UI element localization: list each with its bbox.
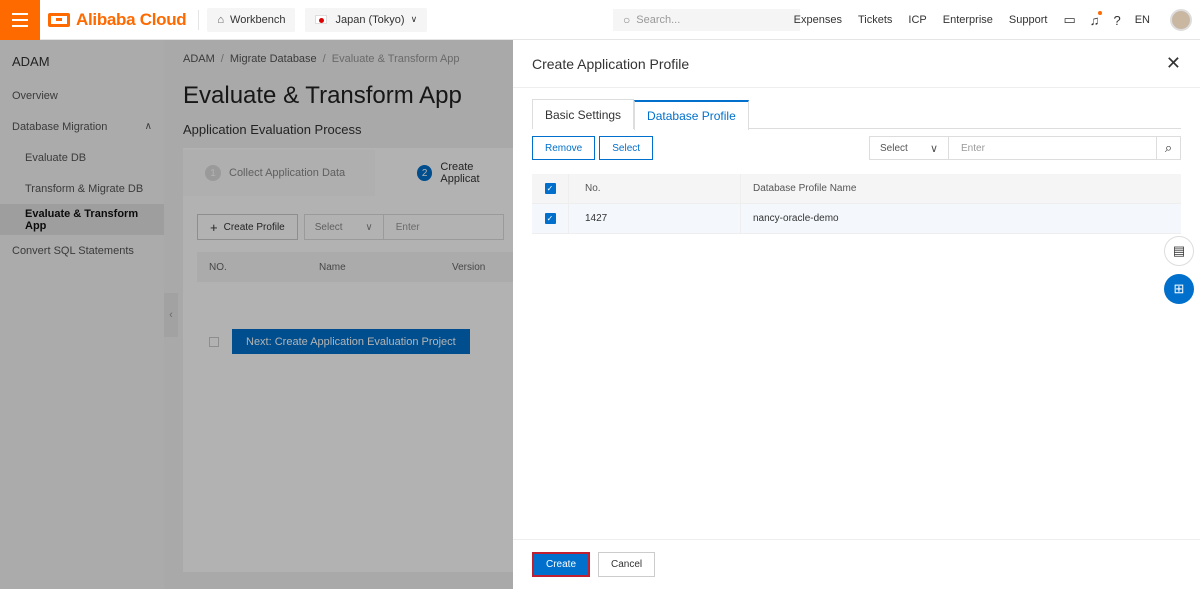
apps-grid-icon[interactable]: ⊞: [1164, 274, 1194, 304]
bell-icon[interactable]: ♫: [1090, 10, 1103, 28]
chevron-down-icon: ∨: [929, 142, 938, 155]
select-all-checkbox[interactable]: ✓: [544, 183, 556, 194]
remove-button[interactable]: Remove: [532, 136, 596, 160]
search-placeholder: Search...: [636, 14, 681, 26]
brand-logo[interactable]: Alibaba Cloud: [48, 9, 187, 30]
row-no: 1427: [585, 213, 608, 224]
drawer-title: Create Application Profile: [532, 55, 690, 72]
avatar[interactable]: [1170, 9, 1192, 31]
language-switch[interactable]: EN: [1135, 14, 1150, 26]
chevron-down-icon: ∨: [410, 14, 418, 24]
notification-dot: [1098, 10, 1103, 15]
drawer-header: Create Application Profile ✕: [513, 40, 1200, 88]
top-links: Expenses Tickets ICP Enterprise Support …: [794, 0, 1200, 40]
workbench-button[interactable]: ⌂ Workbench: [207, 7, 296, 32]
cancel-button[interactable]: Cancel: [598, 552, 656, 577]
column-header-name: Database Profile Name: [753, 183, 857, 194]
divider: [198, 9, 200, 30]
terminal-icon[interactable]: ▭: [1063, 12, 1075, 28]
filter-group: Select ∨ Enter ⌕: [869, 136, 1181, 160]
japan-flag-icon: [315, 15, 328, 24]
filter-input[interactable]: Enter: [949, 136, 1157, 160]
search-icon[interactable]: ⌕: [1157, 136, 1181, 160]
search-input[interactable]: ○ Search...: [613, 9, 800, 31]
select-button[interactable]: Select: [599, 136, 654, 160]
modal-backdrop[interactable]: [0, 40, 513, 589]
help-icon[interactable]: ?: [1113, 13, 1120, 28]
create-button[interactable]: Create: [532, 552, 591, 577]
database-profile-table: ✓ No. Database Profile Name ✓ 1427 nancy…: [532, 174, 1181, 234]
drawer-tabs: Basic Settings Database Profile: [532, 99, 1181, 130]
region-selector[interactable]: Japan (Tokyo) ∨: [305, 7, 428, 32]
tab-database-profile[interactable]: Database Profile: [634, 100, 749, 130]
row-name: nancy-oracle-demo: [753, 213, 839, 224]
drawer-footer: Create Cancel: [513, 539, 1200, 589]
menu-icon[interactable]: [0, 0, 40, 40]
filter-placeholder: Enter: [961, 142, 985, 154]
table-row[interactable]: ✓ 1427 nancy-oracle-demo: [532, 204, 1181, 234]
brand-name: Alibaba Cloud: [76, 9, 187, 29]
row-checkbox[interactable]: ✓: [544, 213, 556, 224]
chat-icon[interactable]: ▤: [1164, 236, 1194, 266]
alibaba-cloud-logo-icon: [48, 12, 70, 27]
link-enterprise[interactable]: Enterprise: [943, 14, 993, 26]
column-header-no: No.: [585, 183, 601, 194]
link-tickets[interactable]: Tickets: [858, 14, 892, 26]
filter-select-label: Select: [880, 142, 908, 154]
tab-basic-settings[interactable]: Basic Settings: [532, 99, 635, 129]
table-header: ✓ No. Database Profile Name: [532, 174, 1181, 204]
link-expenses[interactable]: Expenses: [794, 14, 842, 26]
top-navigation-bar: Alibaba Cloud ⌂ Workbench Japan (Tokyo) ∨ …: [0, 0, 1200, 40]
workbench-label: Workbench: [230, 13, 286, 26]
region-label: Japan (Tokyo): [335, 13, 405, 26]
home-icon: ⌂: [217, 13, 225, 26]
filter-select[interactable]: Select ∨: [869, 136, 949, 160]
drawer-toolbar: Remove Select Select ∨ Enter ⌕: [532, 136, 1181, 160]
create-profile-drawer: Create Application Profile ✕ Basic Setti…: [513, 40, 1200, 589]
close-icon[interactable]: ✕: [1166, 53, 1181, 74]
search-icon: ○: [623, 13, 631, 27]
link-icp[interactable]: ICP: [908, 14, 926, 26]
link-support[interactable]: Support: [1009, 14, 1048, 26]
